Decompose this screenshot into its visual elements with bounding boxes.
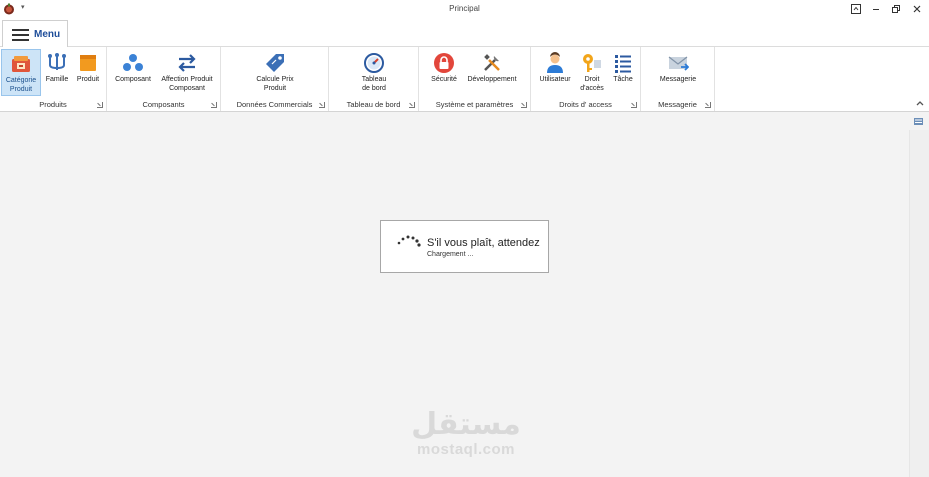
minimize-button[interactable] (866, 1, 886, 17)
ribbon-tab-strip: Menu (0, 18, 929, 48)
loading-subtitle: Chargement ... (427, 251, 474, 258)
categorie-produit-label-1: Catégorie (5, 77, 37, 84)
restore-button[interactable] (886, 1, 906, 17)
ribbon: Catégorie Produit Famille Produit Produi… (0, 47, 929, 112)
price-tag-icon (266, 54, 284, 72)
lock-icon (434, 53, 454, 73)
tools-icon (484, 54, 500, 71)
ribbon-options-icon (851, 4, 861, 14)
component-icon (123, 54, 143, 71)
developpement-button[interactable]: Développement (464, 49, 520, 96)
panel-options-icon[interactable] (914, 118, 923, 125)
key-icon (583, 54, 601, 72)
swap-arrows-icon (178, 54, 196, 72)
dialog-launcher-icon[interactable] (521, 102, 527, 108)
title-bar: ▾ Principal (0, 0, 929, 18)
group-composants: Composant Affection Produit Composant Co… (107, 47, 221, 111)
task-list-icon (615, 55, 631, 73)
dialog-launcher-icon[interactable] (211, 102, 217, 108)
dialog-launcher-icon[interactable] (705, 102, 711, 108)
watermark-arabic: مستقل (411, 408, 521, 441)
group-produits: Catégorie Produit Famille Produit Produi… (0, 47, 107, 111)
menu-tab-label: Menu (34, 29, 61, 40)
group-label-droits-access: Droits d' access (559, 100, 612, 109)
restore-icon (892, 5, 900, 13)
calcule-prix-label-1: Calcule Prix (256, 76, 294, 83)
watermark-latin: mostaql.com (416, 441, 516, 458)
composant-label: Composant (115, 76, 151, 83)
vertical-scrollbar[interactable] (909, 130, 929, 477)
calcule-prix-label-2: Produit (263, 84, 287, 92)
affection-produit-composant-button[interactable]: Affection Produit Composant (158, 49, 216, 96)
ribbon-display-options-button[interactable] (846, 1, 866, 17)
affection-label-1: Affection Produit (161, 76, 213, 83)
collapse-ribbon-chevron-up-icon[interactable] (916, 98, 924, 108)
main-workspace: S'il vous plaît, attendez Chargement ...… (0, 112, 929, 477)
loading-dialog: S'il vous plaît, attendez Chargement ... (380, 220, 549, 273)
famille-button[interactable]: Famille (43, 49, 71, 96)
category-icon (12, 56, 30, 72)
group-tableau-de-bord: Tableau de bord Tableau de bord (329, 47, 419, 111)
utilisateur-label: Utilisateur (539, 76, 571, 83)
produit-button[interactable]: Produit (73, 49, 103, 96)
tache-label: Tâche (613, 76, 633, 83)
group-label-messagerie: Messagerie (658, 100, 697, 109)
loading-spinner-icon (397, 235, 421, 247)
categorie-produit-label-2: Produit (9, 85, 33, 93)
messagerie-button[interactable]: Messagerie (654, 49, 702, 96)
loading-title: S'il vous plaît, attendez (427, 237, 540, 249)
group-label-systeme-parametres: Système et paramètres (435, 100, 514, 109)
group-donnees-commercials: Calcule Prix Produit Données Commercials (221, 47, 329, 111)
composant-button[interactable]: Composant (112, 49, 154, 96)
droit-acces-button[interactable]: Droit d'accès (576, 49, 608, 96)
window-title: Principal (449, 4, 480, 13)
group-label-donnees-commercials: Données Commercials (236, 100, 313, 109)
group-label-composants: Composants (142, 100, 185, 109)
categorie-produit-button[interactable]: Catégorie Produit (1, 49, 41, 96)
famille-label: Famille (45, 76, 69, 83)
droit-acces-label-2: d'accès (580, 84, 604, 92)
close-icon (913, 5, 921, 13)
product-icon (80, 55, 96, 71)
family-icon (48, 53, 66, 70)
dialog-launcher-icon[interactable] (97, 102, 103, 108)
group-systeme-parametres: Sécurité Développement Système et paramè… (419, 47, 531, 111)
mail-icon (668, 56, 689, 71)
close-button[interactable] (907, 1, 927, 17)
dialog-launcher-icon[interactable] (409, 102, 415, 108)
messagerie-label: Messagerie (659, 76, 697, 83)
group-label-produits: Produits (39, 100, 67, 109)
tableau-label-2: de bord (362, 84, 386, 92)
watermark: مستقل mostaql.com (407, 408, 525, 458)
produit-label: Produit (76, 76, 100, 83)
group-messagerie: Messagerie Messagerie (641, 47, 715, 111)
affection-label-2: Composant (169, 84, 205, 92)
droit-acces-label-1: Droit (584, 76, 600, 83)
calcule-prix-produit-button[interactable]: Calcule Prix Produit (249, 49, 301, 96)
dialog-launcher-icon[interactable] (631, 102, 637, 108)
securite-label: Sécurité (431, 76, 457, 83)
developpement-label: Développement (467, 76, 517, 83)
tableau-de-bord-button[interactable]: Tableau de bord (355, 49, 393, 96)
hamburger-icon (12, 29, 29, 41)
dashboard-icon (364, 53, 384, 73)
user-icon (547, 52, 563, 73)
utilisateur-button[interactable]: Utilisateur (536, 49, 574, 96)
securite-button[interactable]: Sécurité (428, 49, 460, 96)
minimize-icon (873, 9, 879, 10)
group-droits-access: Utilisateur Droit d'accès Tâche Droits d… (531, 47, 641, 111)
group-label-tableau-de-bord: Tableau de bord (346, 100, 401, 109)
menu-tab[interactable]: Menu (2, 20, 68, 48)
tache-button[interactable]: Tâche (610, 49, 636, 96)
tableau-label-1: Tableau (361, 76, 387, 83)
dialog-launcher-icon[interactable] (319, 102, 325, 108)
